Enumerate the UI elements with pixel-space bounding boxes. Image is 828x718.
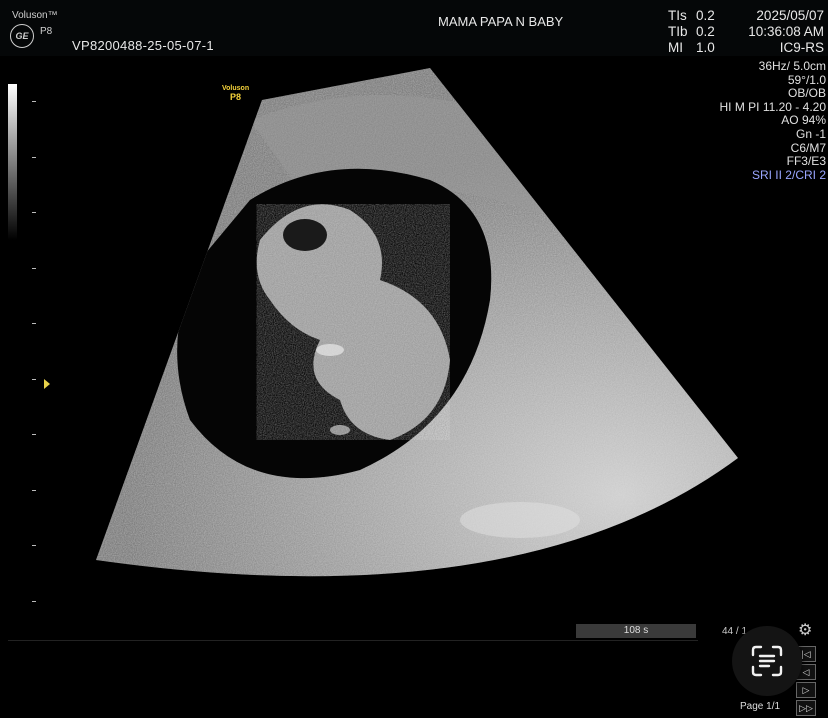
page-indicator: Page 1/1 <box>740 701 781 712</box>
text-scan-button[interactable] <box>732 626 802 696</box>
exam-date: 2025/05/07 <box>756 8 824 23</box>
scan-sector <box>96 68 738 577</box>
probe-short-label: P8 <box>40 26 53 37</box>
tis-index: TIs 0.2 <box>668 8 715 23</box>
probe-name: IC9-RS <box>779 40 824 55</box>
exam-time: 10:36:08 AM <box>748 24 824 39</box>
gear-icon[interactable]: ⚙ <box>798 620 812 640</box>
tib-index: TIb 0.2 <box>668 24 715 39</box>
text-scan-icon <box>751 645 783 677</box>
cine-timeline[interactable] <box>8 640 698 715</box>
image-brand-tag: Voluson P8 <box>222 85 250 102</box>
play-button[interactable]: ▷ <box>796 682 816 698</box>
brand-label: Voluson™ <box>12 10 58 21</box>
cine-length-bar[interactable]: 108 s <box>576 624 696 638</box>
header-bar: Voluson™ GE P8 VP8200488-25-05-07-1 MAMA… <box>0 0 828 56</box>
fast-forward-button[interactable]: ▷▷ <box>796 700 816 716</box>
safety-indices: TIs 0.2 TIb 0.2 MI 1.0 <box>668 8 724 56</box>
exam-id: VP8200488-25-05-07-1 <box>72 38 214 53</box>
ultrasound-image[interactable] <box>0 60 828 640</box>
mi-index: MI 1.0 <box>668 40 715 55</box>
datetime-block: 2025/05/07 10:36:08 AM IC9-RS <box>748 8 824 56</box>
patient-name: MAMA PAPA N BABY <box>438 14 564 29</box>
ge-logo: GE <box>10 24 34 48</box>
